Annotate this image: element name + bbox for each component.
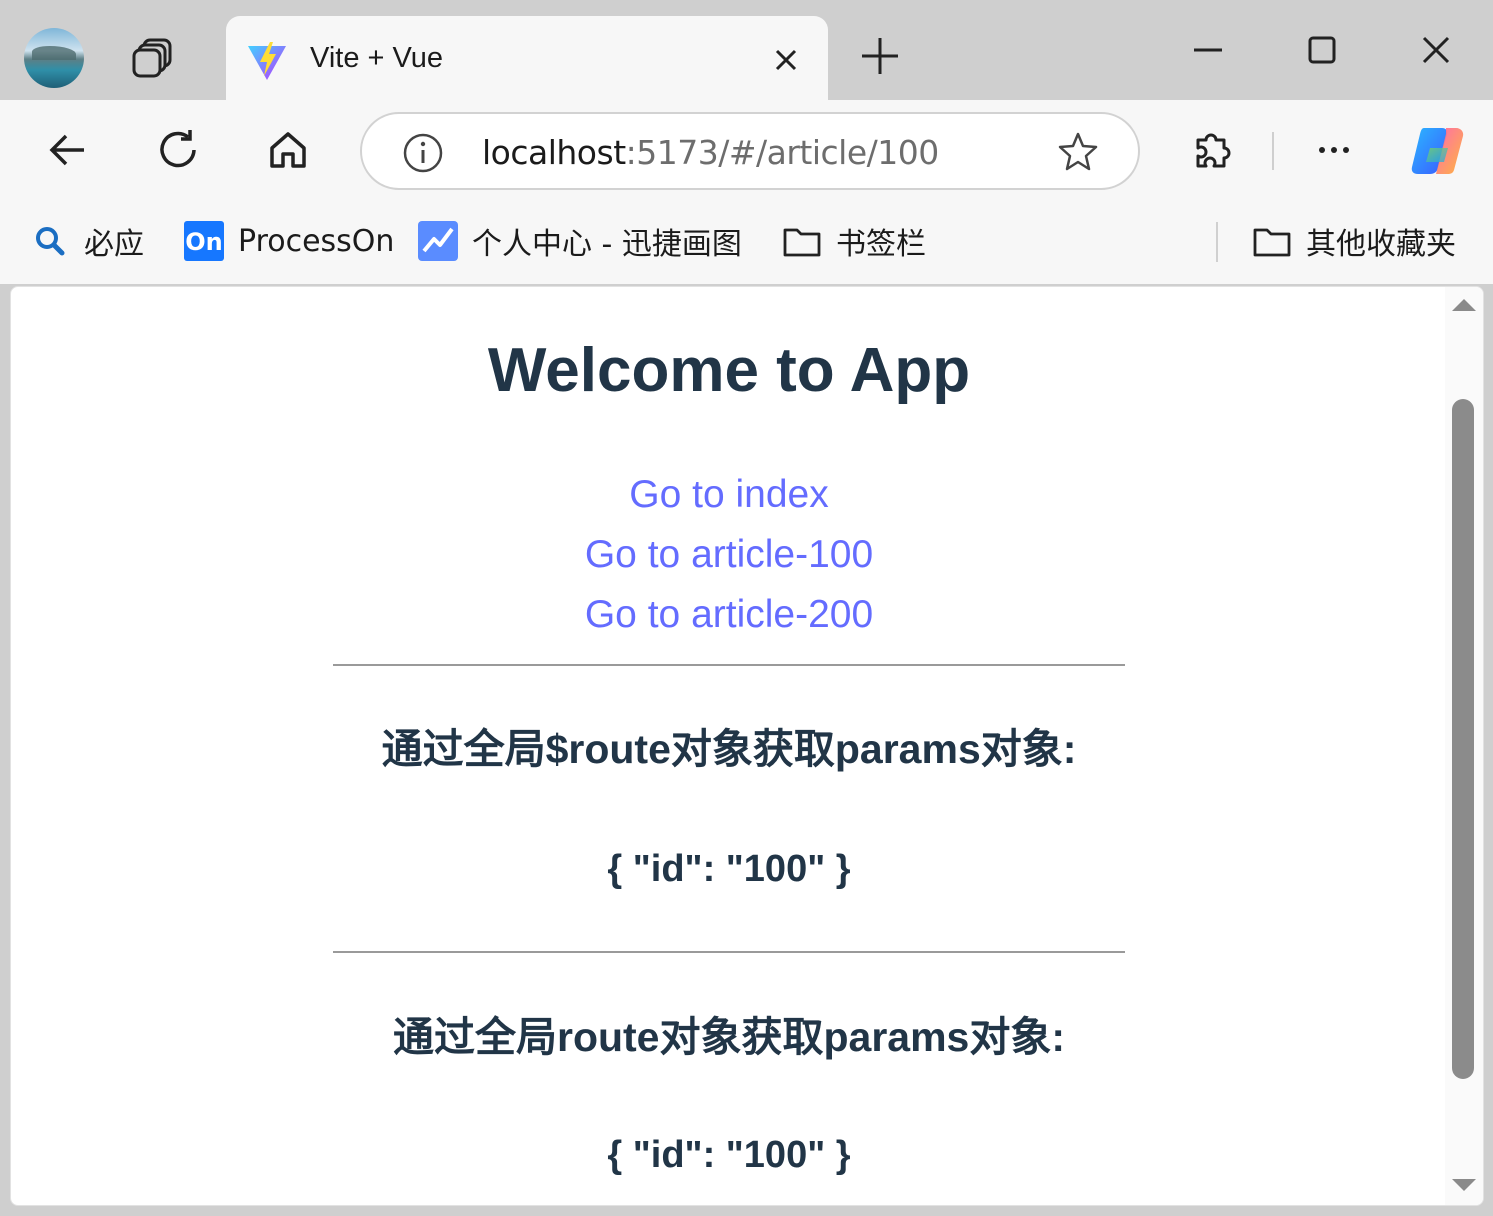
- vertical-scrollbar[interactable]: [1445, 287, 1483, 1205]
- site-info-icon[interactable]: [402, 132, 444, 174]
- bookmark-bing[interactable]: 必应: [30, 220, 144, 262]
- workspaces-icon[interactable]: [130, 36, 176, 82]
- more-menu-icon[interactable]: [1310, 126, 1358, 174]
- link-index[interactable]: Go to index: [11, 472, 1447, 518]
- bookmark-folder[interactable]: 书签栏: [782, 220, 926, 262]
- section2-params: { "id": "100" }: [607, 1134, 851, 1176]
- home-icon[interactable]: [264, 126, 312, 174]
- bookmarks-divider: [1216, 222, 1218, 262]
- bookmark-label: 必应: [84, 227, 144, 262]
- bookmark-processon[interactable]: On ProcessOn: [184, 220, 394, 262]
- profile-avatar[interactable]: [24, 28, 84, 88]
- active-tab[interactable]: Vite + Vue: [226, 16, 828, 102]
- search-icon: [36, 227, 65, 256]
- favorite-star-icon[interactable]: [1056, 130, 1100, 174]
- refresh-icon[interactable]: [154, 126, 202, 174]
- toolbar-divider: [1272, 132, 1274, 170]
- page-title: Welcome to App: [487, 336, 971, 405]
- bookmarks-bar: 必应 On ProcessOn 个人中心 - 迅捷画图 书签栏 其他收藏夹: [0, 200, 1493, 284]
- divider: [333, 664, 1125, 666]
- copilot-icon[interactable]: [1408, 122, 1468, 180]
- close-window-icon[interactable]: [1414, 28, 1458, 72]
- new-tab-icon[interactable]: [858, 34, 902, 78]
- other-bookmarks[interactable]: 其他收藏夹: [1252, 220, 1456, 262]
- url-text[interactable]: localhost:5173/#/article/100: [482, 133, 939, 173]
- section1-params: { "id": "100" }: [607, 848, 851, 890]
- section1-heading: 通过全局$route对象获取params对象:: [381, 726, 1077, 772]
- bookmark-label: 书签栏: [836, 227, 926, 262]
- scrollbar-thumb[interactable]: [1452, 399, 1474, 1079]
- vite-logo-icon: [248, 42, 286, 80]
- scroll-down-arrow-icon[interactable]: [1452, 1179, 1476, 1191]
- extensions-icon[interactable]: [1188, 126, 1236, 174]
- maximize-icon[interactable]: [1300, 28, 1344, 72]
- svg-text:On: On: [185, 228, 223, 256]
- tab-title: Vite + Vue: [310, 42, 444, 74]
- folder-icon: [1253, 228, 1291, 257]
- folder-icon: [783, 228, 821, 257]
- title-bar: Vite + Vue: [0, 0, 1493, 102]
- minimize-icon[interactable]: [1186, 28, 1230, 72]
- divider: [333, 951, 1125, 953]
- url-host: localhost: [482, 133, 626, 172]
- page-viewport: Welcome to App Go to index Go to article…: [10, 286, 1484, 1206]
- other-bookmarks-label: 其他收藏夹: [1306, 227, 1456, 262]
- navigation-toolbar: localhost:5173/#/article/100: [0, 100, 1493, 200]
- scroll-up-arrow-icon[interactable]: [1452, 299, 1476, 311]
- bookmark-label: 个人中心 - 迅捷画图: [472, 227, 742, 262]
- section2-heading: 通过全局route对象获取params对象:: [392, 1014, 1065, 1060]
- xunjie-logo-icon: [418, 221, 458, 261]
- url-path: :5173/#/article/100: [625, 133, 940, 172]
- back-icon[interactable]: [44, 126, 92, 174]
- link-article-200[interactable]: Go to article-200: [11, 592, 1447, 638]
- address-bar[interactable]: localhost:5173/#/article/100: [360, 112, 1140, 190]
- close-tab-icon[interactable]: [770, 44, 802, 76]
- processon-logo-icon: On: [184, 221, 224, 261]
- link-article-100[interactable]: Go to article-100: [11, 532, 1447, 578]
- bookmark-xunjie[interactable]: 个人中心 - 迅捷画图: [418, 220, 742, 262]
- bookmark-label: ProcessOn: [238, 223, 395, 259]
